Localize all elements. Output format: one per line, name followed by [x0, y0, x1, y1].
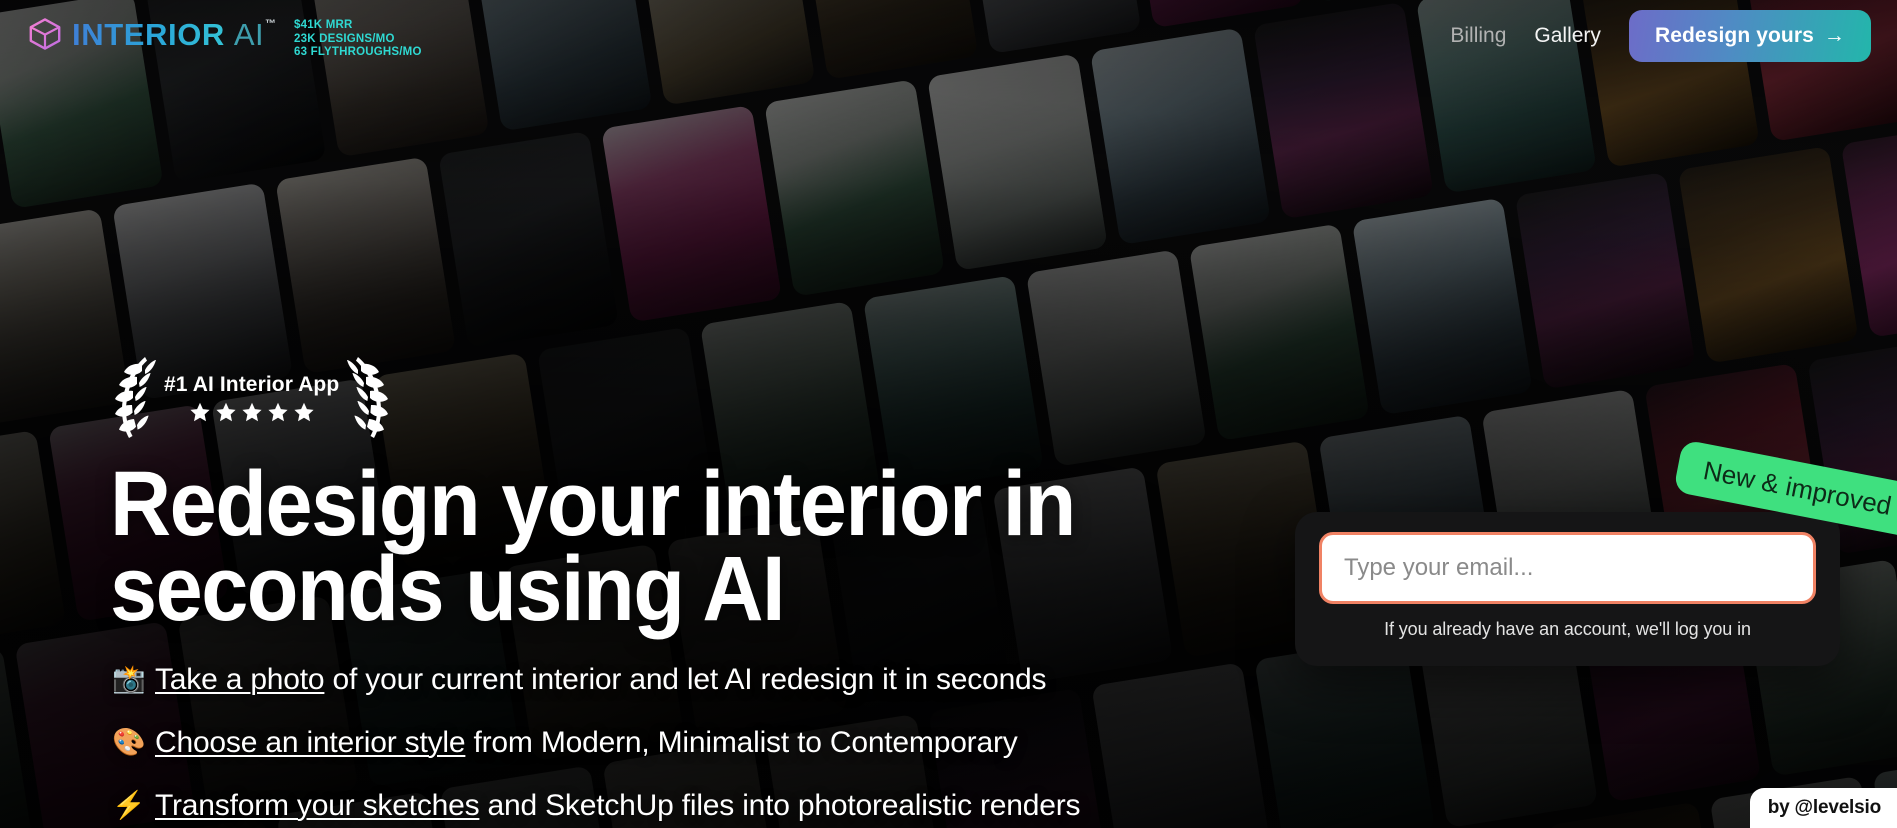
star-rating — [190, 402, 314, 422]
arrow-right-icon: → — [1823, 24, 1845, 47]
interior-photo-card — [1351, 197, 1533, 416]
trademark-symbol: ™ — [265, 18, 277, 31]
artist-palette-icon: 🎨 — [112, 727, 146, 757]
wordmark: INTERIOR AI ™ — [72, 12, 276, 50]
interior-photo-card — [927, 53, 1108, 271]
feature-text: Transform your sketches and SketchUp fil… — [155, 788, 1081, 823]
high-voltage-icon: ⚡ — [112, 790, 146, 820]
interior-photo-card — [1677, 146, 1859, 364]
page-root: INTERIOR AI ™ $41K MRR 23K DESIGNS/MO 63… — [0, 0, 1897, 828]
cube-icon — [28, 17, 62, 51]
feature-link[interactable]: Take a photo — [155, 663, 325, 696]
nav-link-billing[interactable]: Billing — [1450, 24, 1506, 48]
interior-photo-card — [1188, 223, 1370, 441]
feature-text: Take a photo of your current interior an… — [155, 662, 1047, 697]
interior-photo-card — [1025, 249, 1207, 467]
nav-link-gallery[interactable]: Gallery — [1534, 24, 1601, 48]
award-content: #1 AI Interior App — [158, 373, 345, 422]
laurel-wreath-left-icon — [112, 352, 156, 442]
top-navigation: INTERIOR AI ™ $41K MRR 23K DESIGNS/MO 63… — [0, 0, 1897, 72]
email-input[interactable] — [1319, 532, 1816, 604]
award-title: #1 AI Interior App — [164, 372, 340, 396]
page-title: Redesign your interior in seconds using … — [110, 453, 1076, 640]
redesign-yours-label: Redesign yours — [1654, 24, 1814, 47]
feature-rest: and SketchUp files into photorealistic r… — [479, 788, 1081, 822]
feature-link[interactable]: Choose an interior style — [155, 726, 466, 759]
award-badge: #1 AI Interior App — [112, 352, 391, 442]
interior-photo-card — [1091, 662, 1273, 828]
interior-photo-card — [764, 79, 945, 297]
star-icon — [242, 402, 262, 421]
star-icon — [190, 402, 210, 421]
list-item: 🎨 Choose an interior style from Modern, … — [112, 711, 1080, 774]
brand-stats: $41K MRR 23K DESIGNS/MO 63 FLYTHROUGHS/M… — [294, 19, 422, 60]
interior-photo-card — [438, 130, 619, 349]
brand-logo[interactable]: INTERIOR AI ™ $41K MRR 23K DESIGNS/MO 63… — [28, 12, 422, 60]
interior-photo-card — [275, 156, 456, 375]
interior-photo-card — [0, 208, 131, 426]
list-item: ⚡ Transform your sketches and SketchUp f… — [112, 774, 1081, 828]
brand-name-secondary: AI — [233, 17, 265, 53]
stat-flythroughs: 63 FLYTHROUGHS/MO — [294, 46, 422, 59]
stat-mrr: $41K MRR — [294, 19, 353, 32]
nav-actions: Billing Gallery Redesign yours → — [1450, 10, 1871, 62]
star-icon — [216, 402, 236, 421]
list-item: 📸 Take a photo of your current interior … — [112, 648, 1080, 711]
author-byline[interactable]: by @levelsio — [1749, 788, 1897, 828]
signup-card: If you already have an account, we'll lo… — [1295, 512, 1840, 666]
brand-name-primary: INTERIOR — [72, 17, 225, 53]
feature-text: Choose an interior style from Modern, Mi… — [155, 726, 1018, 760]
feature-rest: of your current interior and let AI rede… — [324, 662, 1047, 696]
feature-list: 📸 Take a photo of your current interior … — [112, 648, 1081, 828]
star-icon — [294, 402, 314, 421]
interior-photo-card — [601, 105, 782, 323]
interior-photo-card — [1514, 171, 1696, 390]
camera-flash-icon: 📸 — [112, 664, 146, 694]
laurel-wreath-right-icon — [347, 352, 391, 442]
feature-rest: from Modern, Minimalist to Contemporary — [465, 725, 1018, 759]
stat-designs: 23K DESIGNS/MO — [294, 32, 395, 45]
signup-note: If you already have an account, we'll lo… — [1384, 619, 1751, 639]
feature-link[interactable]: Transform your sketches — [155, 789, 480, 822]
redesign-yours-button[interactable]: Redesign yours → — [1628, 10, 1871, 62]
star-icon — [268, 402, 288, 421]
